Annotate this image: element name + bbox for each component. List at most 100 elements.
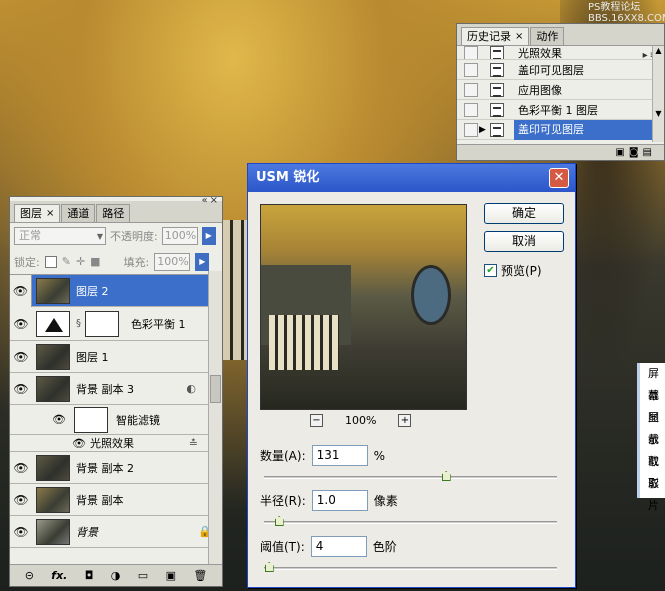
tab-history[interactable]: 历史记录 × xyxy=(461,27,530,45)
panel-window-controls[interactable]: «× xyxy=(202,195,221,206)
visibility-eye-icon[interactable]: 👁 xyxy=(72,437,86,450)
visibility-eye-icon[interactable]: 👁 xyxy=(10,525,32,539)
radius-field: 半径(R): 1.0 像素 xyxy=(260,490,398,511)
visibility-eye-icon[interactable]: 👁 xyxy=(10,382,32,396)
snapshot-icon[interactable]: ◙ xyxy=(629,147,643,158)
history-item[interactable]: 色彩平衡 1 图层 xyxy=(457,100,664,120)
radius-slider-knob[interactable] xyxy=(274,516,284,526)
ok-button[interactable]: 确定 xyxy=(484,203,564,224)
layer-row[interactable]: 👁 图层 2 xyxy=(10,274,222,307)
layer-row[interactable]: 👁 背景 🔒 xyxy=(10,516,222,548)
layer-row[interactable]: 👁 背景 副本 2 xyxy=(10,452,222,484)
adjustment-layer-icon[interactable]: ◑ xyxy=(111,569,121,582)
layer-row[interactable]: 👁 图层 1 xyxy=(10,341,222,373)
history-source-checkbox[interactable] xyxy=(464,46,478,59)
history-source-checkbox[interactable] xyxy=(464,82,478,97)
layer-name: 背景 副本 xyxy=(76,493,124,507)
fill-slider-button[interactable]: ▶ xyxy=(195,252,210,271)
history-item-label: 盖印可见图层 xyxy=(518,63,584,77)
close-button[interactable]: ✕ xyxy=(549,168,569,188)
preview-toggle[interactable]: ✔ 预览(P) xyxy=(484,262,542,279)
radius-label: 半径(R): xyxy=(260,494,306,508)
visibility-eye-icon[interactable]: 👁 xyxy=(10,350,32,364)
layer-thumbnail xyxy=(36,486,70,513)
zoom-level: 100% xyxy=(345,414,377,427)
lock-brush-icon[interactable]: ✎ xyxy=(62,255,71,268)
menu-item[interactable]: 显示 xyxy=(640,407,665,446)
link-chain-icon[interactable]: § xyxy=(76,318,81,329)
zoom-in-button[interactable]: + xyxy=(398,414,412,427)
visibility-eye-icon[interactable]: 👁 xyxy=(10,274,32,307)
tab-history-label: 历史记录 xyxy=(467,30,511,43)
opacity-input[interactable]: 100% xyxy=(161,227,198,245)
lock-move-icon[interactable]: ✛ xyxy=(76,255,85,268)
filter-preview-image[interactable] xyxy=(260,204,467,410)
history-item[interactable]: 盖印可见图层 xyxy=(457,60,664,80)
blend-mode-select[interactable]: 正常 xyxy=(14,227,106,245)
opacity-slider-button[interactable]: ▶ xyxy=(201,227,216,245)
preview-checkbox[interactable]: ✔ xyxy=(484,264,497,277)
scrollbar-thumb[interactable] xyxy=(210,375,221,403)
current-state-arrow-icon: ▶ xyxy=(479,124,486,135)
layer-row[interactable]: 👁 § 色彩平衡 1 xyxy=(10,307,222,341)
trash-icon[interactable]: ▤ xyxy=(643,147,656,158)
filter-name: 光照效果 xyxy=(89,437,134,450)
menu-item[interactable]: 截取 xyxy=(640,451,665,490)
fill-input[interactable]: 100% xyxy=(154,252,191,271)
smart-filter-badge-icon[interactable]: ◐ xyxy=(186,382,196,395)
watermark: PS教程论坛 BBS.16XX8.COM xyxy=(588,2,665,24)
menu-item[interactable]: 屏幕 xyxy=(640,363,665,402)
link-layers-icon[interactable]: ⊝ xyxy=(25,569,34,582)
history-item-label: 光照效果 xyxy=(518,46,562,60)
smart-filters-row[interactable]: 👁 智能滤镜 xyxy=(10,405,222,435)
amount-input[interactable]: 131 xyxy=(311,445,368,466)
cancel-button[interactable]: 取消 xyxy=(484,231,564,252)
layers-scrollbar[interactable] xyxy=(208,271,222,566)
zoom-out-button[interactable]: − xyxy=(310,414,323,427)
layer-row[interactable]: 👁 背景 副本 3 ◐ xyxy=(10,373,222,405)
blending-options-icon[interactable]: ≛ xyxy=(189,437,198,450)
visibility-eye-icon[interactable]: 👁 xyxy=(10,317,32,331)
new-group-icon[interactable]: ▭ xyxy=(138,569,148,582)
menu-item[interactable]: 截取 xyxy=(640,429,665,468)
close-icon[interactable]: × xyxy=(515,28,523,45)
add-mask-icon[interactable]: ◘ xyxy=(85,569,94,582)
tab-layers[interactable]: 图层 × xyxy=(14,204,61,222)
layer-row[interactable]: 👁 背景 副本 xyxy=(10,484,222,516)
filter-effect-row[interactable]: 👁 光照效果 ≛ xyxy=(10,435,222,452)
tab-paths[interactable]: 路径 xyxy=(96,204,131,222)
threshold-input[interactable]: 4 xyxy=(310,536,367,557)
new-layer-icon[interactable]: ▣ xyxy=(166,569,176,582)
history-source-checkbox[interactable] xyxy=(464,102,478,117)
history-item-label: 应用图像 xyxy=(518,83,562,97)
amount-slider-knob[interactable] xyxy=(441,471,451,481)
history-item[interactable]: 光照效果 xyxy=(457,46,664,60)
tab-channels[interactable]: 通道 xyxy=(61,204,96,222)
layer-style-fx-icon[interactable]: fx. xyxy=(51,569,67,582)
layers-tabbar: 图层 × 通道 路径 xyxy=(10,201,222,223)
close-icon[interactable]: × xyxy=(46,205,54,222)
radius-unit: 像素 xyxy=(373,494,398,508)
history-source-checkbox[interactable] xyxy=(464,62,478,77)
lock-all-icon[interactable]: ■ xyxy=(90,255,100,268)
history-scrollbar[interactable]: ▲ ▼ xyxy=(652,46,664,142)
visibility-eye-icon[interactable]: 👁 xyxy=(10,493,32,507)
amount-slider[interactable] xyxy=(264,471,557,481)
radius-slider[interactable] xyxy=(264,516,557,526)
visibility-eye-icon[interactable]: 👁 xyxy=(10,461,32,475)
tab-actions[interactable]: 动作 xyxy=(530,27,565,45)
history-source-checkbox[interactable] xyxy=(464,122,478,137)
watermark-line1: PS教程论坛 xyxy=(588,2,641,13)
dialog-titlebar[interactable]: USM 锐化 ✕ xyxy=(248,164,575,192)
new-document-icon[interactable]: ▣ xyxy=(615,147,628,158)
history-item-selected[interactable]: ▶ 盖印可见图层 xyxy=(457,119,664,140)
radius-input[interactable]: 1.0 xyxy=(311,490,368,511)
threshold-slider[interactable] xyxy=(264,562,557,572)
menu-item[interactable]: 截图 xyxy=(640,385,665,424)
trash-icon[interactable]: 🗑 xyxy=(193,569,207,582)
menu-item[interactable]: 影片 xyxy=(640,473,665,512)
lock-transparent-icon[interactable] xyxy=(44,255,57,268)
visibility-eye-icon[interactable]: 👁 xyxy=(52,413,66,426)
threshold-slider-knob[interactable] xyxy=(264,562,274,572)
history-item[interactable]: 应用图像 xyxy=(457,80,664,100)
